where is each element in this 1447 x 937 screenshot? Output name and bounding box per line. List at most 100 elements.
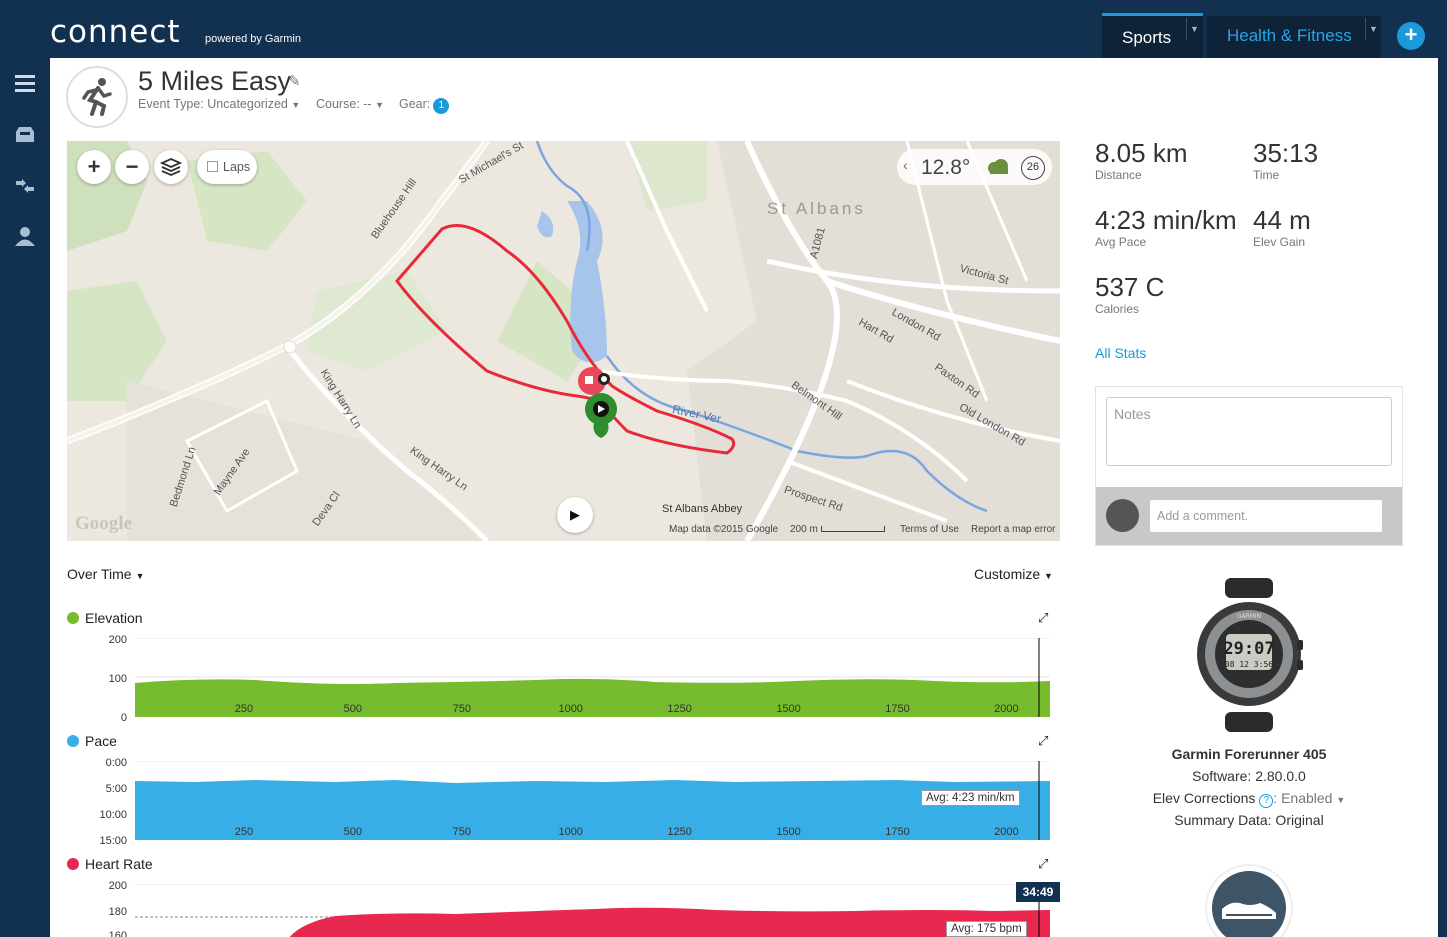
elevation-y-tick: 100	[108, 673, 127, 685]
pace-average-label: Avg: 4:23 min/km	[921, 790, 1020, 806]
expand-heart-rate-icon[interactable]: ⤢	[1038, 856, 1048, 872]
connect-logo[interactable]: connect	[50, 14, 181, 50]
pace-y-tick: 15:00	[99, 835, 127, 847]
zoom-in-button[interactable]: +	[77, 150, 111, 184]
report-map-error-link[interactable]: Report a map error	[971, 524, 1055, 535]
chart-x-axis-dropdown[interactable]: Over Time ▼	[67, 566, 144, 582]
tab-sports-label: Sports	[1122, 28, 1172, 47]
menu-icon[interactable]	[13, 72, 37, 94]
elev-corrections-label: Elev Corrections	[1152, 790, 1256, 806]
shoe-icon	[1222, 902, 1276, 919]
map-scale-label: 200 m	[790, 524, 818, 535]
avg-pace-value: 4:23 min/km	[1095, 205, 1237, 235]
pace-legend-dot	[67, 735, 79, 747]
cursor-time-badge: 34:49	[1016, 882, 1060, 902]
comment-bar: Add a comment.	[1096, 487, 1402, 545]
sports-menu-caret[interactable]: ▼	[1186, 18, 1200, 40]
activity-title[interactable]: 5 Miles Easy	[138, 66, 291, 97]
gear-label: Gear:	[399, 97, 431, 111]
x-axis-tick: 1000	[558, 826, 583, 838]
notes-field[interactable]: Notes	[1106, 397, 1392, 466]
course-label: Course: --	[316, 97, 372, 111]
heart-rate-area	[289, 907, 1050, 937]
x-axis-tick: 1750	[885, 703, 910, 715]
x-axis-tick: 2000	[994, 703, 1019, 715]
profile-icon[interactable]	[13, 225, 37, 247]
heart-rate-y-tick: 180	[108, 906, 127, 918]
gear-shoe[interactable]	[1205, 864, 1293, 937]
elev-corrections: Elev Corrections ?: Enabled ▼	[1095, 790, 1403, 808]
tab-health-label: Health & Fitness	[1227, 26, 1352, 45]
route-map[interactable]: St Albans Victoria St London Rd River Ve…	[67, 141, 1060, 541]
zoom-out-button[interactable]: −	[115, 150, 149, 184]
pace-plot[interactable]	[135, 761, 1050, 841]
elev-corrections-dropdown[interactable]: : Enabled ▼	[1273, 790, 1345, 806]
heart-rate-legend-dot	[67, 858, 79, 870]
summary-data: Summary Data: Original	[1174, 812, 1324, 828]
elev-gain-label: Elev Gain	[1253, 235, 1306, 249]
heart-rate-title-text: Heart Rate	[85, 856, 153, 872]
course-dropdown[interactable]: Course: -- ▼	[316, 97, 384, 111]
over-time-label: Over Time	[67, 566, 132, 582]
elevation-y-tick: 200	[108, 634, 127, 646]
weather-cloud-icon	[988, 159, 1008, 174]
layers-button[interactable]	[154, 150, 188, 184]
x-axis-tick: 500	[343, 826, 363, 838]
collapse-weather-icon[interactable]: ‹	[903, 157, 908, 173]
activity-page: 5 Miles Easy ✎ Event Type: Uncategorized…	[50, 58, 1438, 937]
inbox-icon[interactable]	[13, 124, 37, 146]
laps-label: Laps	[223, 160, 251, 174]
layers-icon	[159, 158, 183, 176]
expand-elevation-icon[interactable]: ⤢	[1038, 610, 1048, 626]
event-type-dropdown[interactable]: Event Type: Uncategorized ▼	[138, 97, 300, 111]
x-axis-tick: 1500	[776, 703, 801, 715]
event-type-label: Event Type: Uncategorized	[138, 97, 288, 111]
x-axis-tick: 1750	[885, 826, 910, 838]
temperature: 12.8°	[921, 156, 971, 179]
elevation-chart-title: Elevation	[67, 610, 143, 626]
x-axis-tick: 1250	[667, 703, 692, 715]
customize-dropdown[interactable]: Customize ▼	[974, 566, 1053, 582]
laps-toggle[interactable]: Laps	[197, 150, 257, 184]
health-menu-caret[interactable]: ▼	[1365, 18, 1379, 40]
laps-checkbox[interactable]	[207, 161, 218, 172]
x-axis-tick: 2000	[994, 826, 1019, 838]
device-name: Garmin Forerunner 405	[1171, 746, 1327, 762]
tab-health-fitness[interactable]: Health & Fitness	[1207, 16, 1381, 58]
x-axis-tick: 1000	[558, 703, 583, 715]
x-axis-tick: 250	[234, 826, 254, 838]
terms-of-use-link[interactable]: Terms of Use	[900, 524, 959, 535]
comment-input[interactable]: Add a comment.	[1150, 500, 1382, 532]
watch-brand: GARMIN	[1237, 613, 1261, 620]
elev-corrections-value: : Enabled	[1273, 790, 1333, 806]
elevation-area	[135, 678, 1050, 717]
gear-selector[interactable]: Gear: 1	[399, 97, 450, 114]
add-button[interactable]: +	[1397, 22, 1425, 50]
map-label-st-albans: St Albans	[767, 199, 866, 218]
all-stats-link[interactable]: All Stats	[1095, 345, 1146, 361]
elev-gain-value: 44 m	[1253, 205, 1311, 235]
calories-label: Calories	[1095, 302, 1140, 316]
time-value: 35:13	[1253, 138, 1319, 168]
edit-title-icon[interactable]: ✎	[288, 72, 301, 90]
notes-panel: Notes Add a comment.	[1095, 386, 1403, 546]
play-route-button[interactable]: ▶	[557, 497, 593, 533]
map-canvas	[67, 141, 1060, 541]
connections-icon[interactable]	[13, 175, 37, 197]
pace-y-tick: 10:00	[99, 809, 127, 821]
distance-value: 8.05 km	[1095, 138, 1188, 168]
elevation-plot[interactable]	[135, 638, 1050, 718]
help-icon[interactable]: ?	[1259, 794, 1274, 808]
heart-rate-chart-title: Heart Rate	[67, 856, 153, 872]
wind-speed: 26	[1021, 156, 1045, 180]
device-software: Software: 2.80.0.0	[1192, 768, 1306, 784]
heart-rate-y-tick: 200	[108, 880, 127, 892]
heart-rate-average-label: Avg: 175 bpm	[946, 921, 1027, 937]
map-scale: 200 m	[790, 524, 885, 535]
x-axis-tick: 1250	[667, 826, 692, 838]
expand-pace-icon[interactable]: ⤢	[1038, 733, 1048, 749]
heart-rate-plot[interactable]	[135, 884, 1050, 937]
map-label-st-albans-abbey: St Albans Abbey	[662, 503, 743, 515]
x-axis-tick: 500	[343, 703, 363, 715]
weather-widget[interactable]: ‹ 12.8° 26	[897, 149, 1052, 185]
